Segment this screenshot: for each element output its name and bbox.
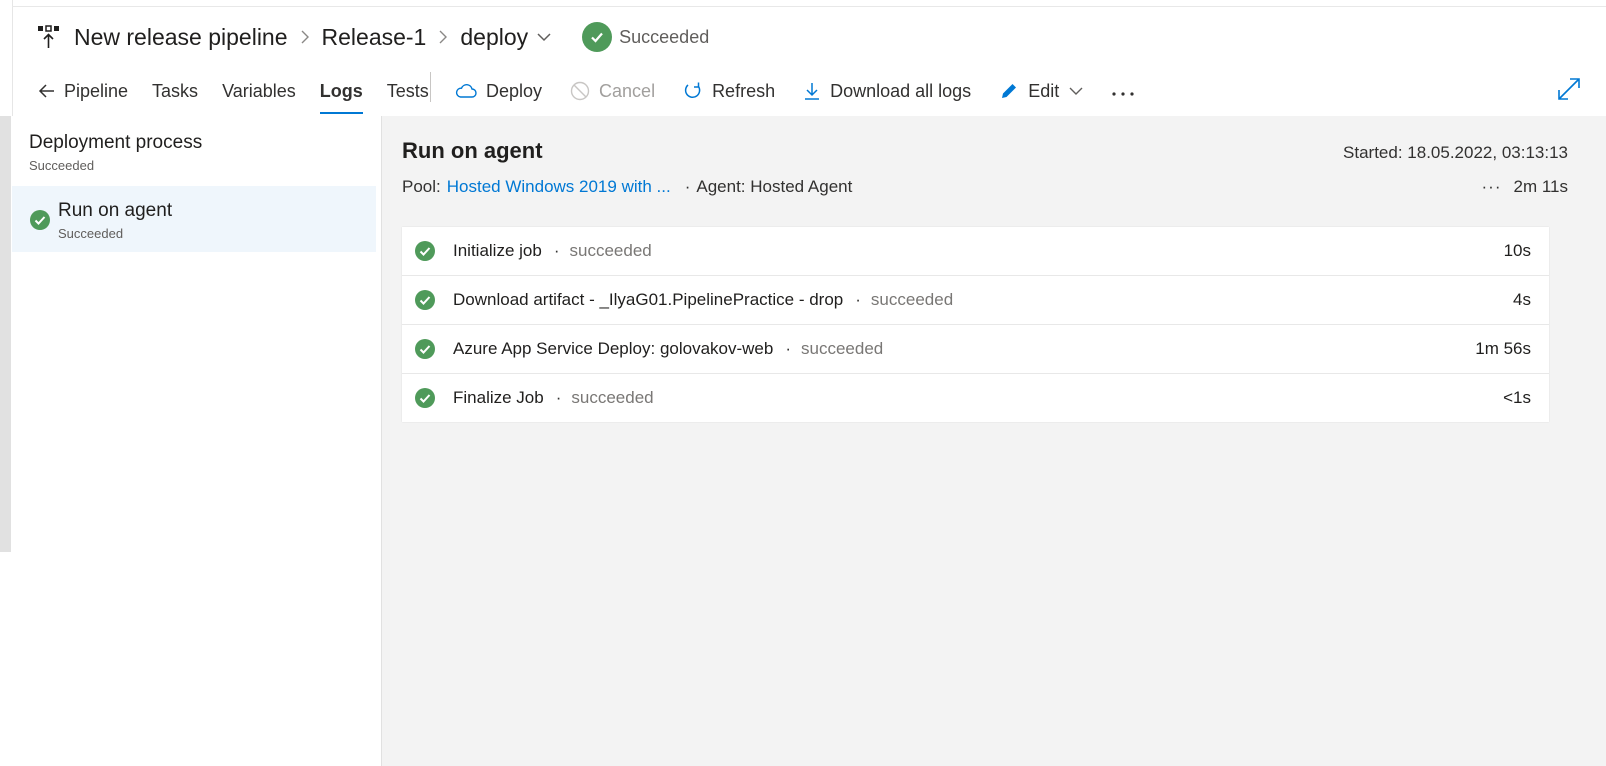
started-time: Started: 18.05.2022, 03:13:13 [1343,143,1568,162]
status-text: Succeeded [619,26,710,47]
tab-tests-label: Tests [386,80,429,101]
breadcrumb-release[interactable]: Release-1 [322,24,427,51]
toolbar: Pipeline Tasks Variables Logs Tests Depl… [12,66,1606,117]
check-circle-icon [415,388,435,408]
deploy-button[interactable]: Deploy [455,81,542,102]
top-border [12,0,1606,7]
download-label: Download all logs [830,80,972,101]
chevron-right-icon [300,30,310,44]
pool-link[interactable]: Hosted Windows 2019 with ... [447,177,671,197]
action-bar: Deploy Cancel Refresh Download all logs … [455,66,1163,116]
sidebar-item-run-on-agent[interactable]: Run on agent Succeeded [12,186,376,252]
chevron-right-icon [438,30,448,44]
tab-logs-label: Logs [319,80,363,101]
steps-list: Initialize job · succeeded 10s Download … [402,227,1549,422]
agent-info: Agent: Hosted Agent [696,177,853,196]
tab-tasks-label: Tasks [152,80,199,101]
job-meta: Pool: Hosted Windows 2019 with ... · Age… [402,177,852,197]
refresh-button[interactable]: Refresh [683,81,775,102]
sidebar-item-label: Run on agent [58,200,173,221]
step-status: succeeded [801,339,884,358]
sidebar: Deployment process Succeeded Run on agen… [12,116,382,766]
separator-dot: · [855,290,861,309]
tab-tests[interactable]: Tests [387,66,429,116]
deploy-label: Deploy [486,80,543,101]
list-item[interactable]: Download artifact - _IlyaG01.PipelinePra… [402,276,1549,325]
step-name-wrap: Finalize Job · succeeded [453,388,654,408]
status-badge: Succeeded [582,22,709,52]
tab-tasks[interactable]: Tasks [152,66,198,116]
deployment-process-status: Succeeded [29,158,95,173]
more-icon[interactable]: ··· [1482,177,1502,197]
toolbar-divider [430,72,431,102]
pencil-icon [999,81,1019,101]
sidebar-item-status: Succeeded [58,226,124,241]
tab-variables[interactable]: Variables [222,66,296,116]
release-pipeline-icon [38,25,59,48]
job-duration-row: ··· 2m 11s [1482,177,1568,197]
step-status: succeeded [870,290,954,309]
cloud-icon [455,83,477,99]
step-duration: 10s [1503,241,1531,260]
breadcrumb: New release pipeline Release-1 deploy Su… [74,22,709,52]
more-icon [1111,81,1135,102]
refresh-icon [683,81,703,101]
main-panel: Run on agent Started: 18.05.2022, 03:13:… [382,116,1606,766]
job-duration: 2m 11s [1513,177,1569,196]
check-circle-icon [415,290,435,310]
refresh-label: Refresh [712,80,776,101]
chevron-down-icon [1069,87,1083,96]
cancel-icon [570,81,590,101]
check-circle-icon [30,210,50,230]
step-name: Download artifact - _IlyaG01.PipelinePra… [453,290,844,309]
step-name-wrap: Initialize job · succeeded [453,241,652,261]
step-name: Azure App Service Deploy: golovakov-web [453,339,774,358]
step-name-wrap: Azure App Service Deploy: golovakov-web … [453,339,883,359]
tab-logs[interactable]: Logs [319,66,363,116]
check-circle-icon [582,22,613,52]
step-status: succeeded [571,388,654,407]
tab-pipeline[interactable]: Pipeline [38,66,128,116]
list-item[interactable]: Azure App Service Deploy: golovakov-web … [402,325,1549,374]
arrow-left-icon [38,83,56,99]
step-duration: 4s [1513,290,1531,309]
step-duration: <1s [1503,388,1531,407]
step-name-wrap: Download artifact - _IlyaG01.PipelinePra… [453,290,953,310]
download-icon [803,81,821,101]
page-header: New release pipeline Release-1 deploy Su… [12,8,1606,66]
more-options-button[interactable] [1111,81,1135,102]
cancel-label: Cancel [599,80,656,101]
step-name: Finalize Job [453,388,544,407]
check-circle-icon [415,241,435,261]
tab-variables-label: Variables [222,80,296,101]
separator-dot: · [684,177,691,196]
job-title: Run on agent [402,138,543,163]
separator-dot: · [555,388,562,407]
deployment-process-title: Deployment process [29,132,203,153]
check-circle-icon [415,339,435,359]
cancel-button[interactable]: Cancel [570,81,655,102]
tab-bar: Pipeline Tasks Variables Logs Tests [38,66,453,116]
expand-icon[interactable] [1556,76,1582,102]
separator-dot: · [785,339,792,358]
list-item[interactable]: Finalize Job · succeeded <1s [402,374,1549,422]
step-name: Initialize job [453,241,542,260]
edit-button[interactable]: Edit [999,81,1083,102]
tab-pipeline-label: Pipeline [64,80,129,101]
download-all-logs-button[interactable]: Download all logs [803,81,971,102]
edit-label: Edit [1028,80,1060,101]
chevron-down-icon[interactable] [536,32,552,42]
breadcrumb-stage[interactable]: deploy [460,24,528,51]
step-status: succeeded [569,241,652,260]
list-item[interactable]: Initialize job · succeeded 10s [402,227,1549,276]
left-scrollbar[interactable] [0,116,11,552]
step-duration: 1m 56s [1475,339,1531,358]
separator-dot: · [553,241,560,260]
breadcrumb-pipeline[interactable]: New release pipeline [74,24,288,51]
pool-label: Pool: [402,177,441,196]
